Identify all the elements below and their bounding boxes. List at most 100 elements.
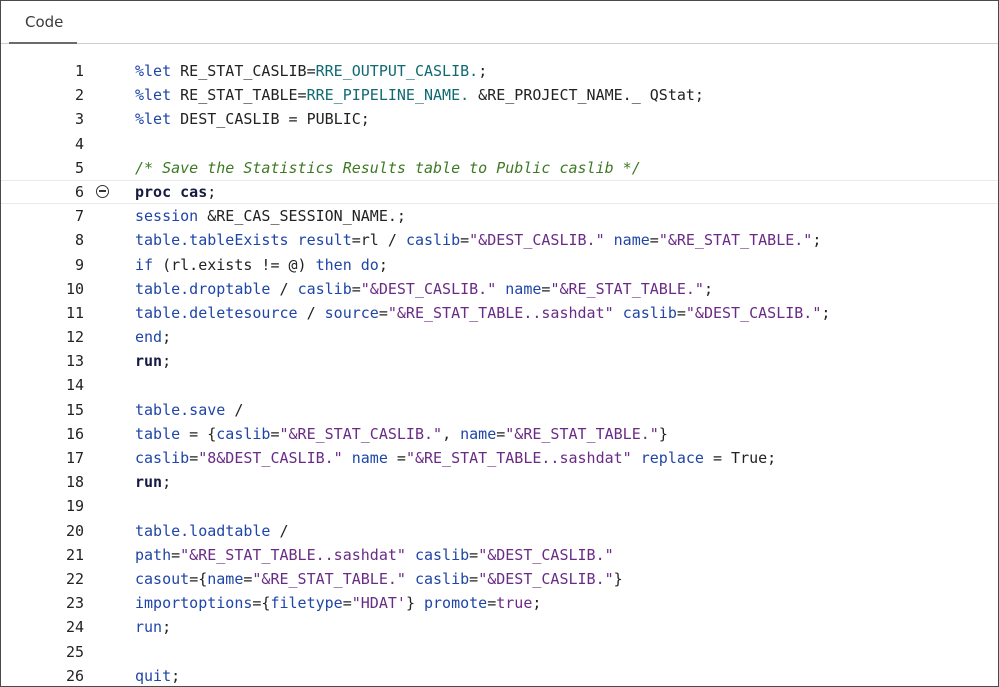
code-token: ; <box>162 618 172 637</box>
line-number: 8 <box>74 231 84 250</box>
code-token: table.save <box>135 400 226 419</box>
code-token: replace <box>640 449 704 467</box>
code-token: /* Save the Statistics Results table to … <box>135 158 641 177</box>
code-token: "&RE_STAT_TABLE." <box>505 424 659 443</box>
code-line[interactable]: 1 %let RE_STAT_CASLIB=RRE_OUTPUT_CASLIB.; <box>1 59 998 83</box>
code-token: = True; <box>703 449 777 467</box>
code-token: name <box>505 279 542 298</box>
line-number: 2 <box>74 86 84 105</box>
code-token: "8&DEST_CASLIB." <box>198 449 343 467</box>
code-token: RE_STAT_CASLIB= <box>171 62 316 80</box>
code-token: true <box>496 594 533 613</box>
code-token: "&RE_STAT_CASLIB." <box>279 424 443 443</box>
code-text: run; <box>135 615 171 639</box>
code-token: run <box>135 473 163 492</box>
code-line[interactable]: 22 casout={name="&RE_STAT_TABLE." caslib=… <box>1 567 998 591</box>
code-token: / <box>297 303 325 322</box>
code-token: filetype <box>270 594 343 613</box>
code-token: } <box>405 594 424 613</box>
code-line[interactable]: 11 table.deletesource / source="&RE_STAT_… <box>1 301 998 325</box>
code-token: caslib <box>622 303 677 322</box>
code-token: "&RE_STAT_TABLE..sashdat" <box>387 303 614 322</box>
code-line[interactable]: 13 run; <box>1 349 998 373</box>
code-token: = <box>387 449 406 467</box>
code-line[interactable]: 10 table.droptable / caslib="&DEST_CASLIB… <box>1 277 998 301</box>
code-token: RRE_OUTPUT_CASLIB. <box>315 62 479 80</box>
line-number: 21 <box>65 545 84 564</box>
code-token: DEST_CASLIB = PUBLIC; <box>171 110 370 129</box>
code-token: result <box>297 231 352 250</box>
code-line[interactable]: 8 table.tableExists result=rl / caslib="&… <box>1 228 998 252</box>
code-token: ; <box>812 231 822 250</box>
code-token: = <box>649 231 659 250</box>
code-line[interactable]: 14 <box>1 373 998 397</box>
line-number: 6 <box>74 182 84 201</box>
code-line[interactable]: 25 <box>1 640 998 664</box>
code-token: &RE_PROJECT_NAME._ QStat; <box>469 86 704 105</box>
code-text: path="&RE_STAT_TABLE..sashdat" caslib="&… <box>135 543 614 567</box>
code-token: = <box>189 449 199 467</box>
code-line[interactable]: 18 run; <box>1 470 998 494</box>
code-token: = <box>676 303 686 322</box>
code-line[interactable]: 19 <box>1 494 998 518</box>
code-line[interactable]: 6 proc cas; <box>1 179 998 205</box>
code-line[interactable]: 4 <box>1 132 998 156</box>
code-line[interactable]: 24 run; <box>1 615 998 639</box>
code-text: importoptions={filetype="HDAT'} promote=… <box>135 591 541 615</box>
code-token: ; <box>207 182 217 201</box>
code-line[interactable]: 17 caslib="8&DEST_CASLIB." name ="&RE_STA… <box>1 446 998 470</box>
code-token: &RE_CAS_SESSION_NAME.; <box>198 207 406 226</box>
code-token: ={ <box>252 594 271 613</box>
code-token: then do <box>315 255 379 274</box>
line-number: 24 <box>65 618 84 637</box>
code-token: = <box>460 231 470 250</box>
code-token: ; <box>171 666 181 685</box>
code-line[interactable]: 26 quit; <box>1 664 998 686</box>
code-text: quit; <box>135 664 181 686</box>
tab-code-label: Code <box>25 13 64 31</box>
code-token: ; <box>162 328 172 347</box>
code-token: "&DEST_CASLIB." <box>469 231 605 250</box>
code-token: = <box>342 594 352 613</box>
line-number: 3 <box>74 110 84 129</box>
code-token: = { <box>180 424 217 443</box>
code-token: %let <box>135 62 172 80</box>
code-token: RE_STAT_TABLE= <box>171 86 307 105</box>
code-line[interactable]: 21 path="&RE_STAT_TABLE..sashdat" caslib=… <box>1 543 998 567</box>
line-number: 20 <box>65 521 84 540</box>
code-line[interactable]: 12 end; <box>1 325 998 349</box>
line-number: 17 <box>65 449 84 467</box>
code-line[interactable]: 3 %let DEST_CASLIB = PUBLIC; <box>1 107 998 131</box>
code-line[interactable]: 5 /* Save the Statistics Results table to… <box>1 156 998 180</box>
code-token: caslib <box>414 569 470 588</box>
code-token: %let <box>135 110 172 129</box>
code-token: path <box>135 545 172 564</box>
code-line[interactable]: 23 importoptions={filetype="HDAT'} promot… <box>1 591 998 615</box>
code-line[interactable]: 9 if (rl.exists != @) then do; <box>1 253 998 277</box>
code-line[interactable]: 20 table.loadtable / <box>1 519 998 543</box>
line-number: 16 <box>65 424 84 443</box>
code-token: "&DEST_CASLIB." <box>478 545 614 564</box>
code-line[interactable]: 15 table.save / <box>1 398 998 422</box>
line-number: 10 <box>65 279 84 298</box>
code-token: quit <box>135 666 172 685</box>
tab-code[interactable]: Code <box>9 1 79 43</box>
line-number: 19 <box>65 497 84 516</box>
line-number: 18 <box>65 473 84 492</box>
code-editor[interactable]: 1 %let RE_STAT_CASLIB=RRE_OUTPUT_CASLIB.;… <box>1 59 998 686</box>
code-token: = <box>487 594 497 613</box>
code-line[interactable]: 16 table = {caslib="&RE_STAT_CASLIB.", na… <box>1 422 998 446</box>
line-number: 11 <box>65 303 84 322</box>
code-token: if <box>135 255 154 274</box>
code-line[interactable]: 7 session &RE_CAS_SESSION_NAME.; <box>1 204 998 228</box>
code-token: / <box>270 279 298 298</box>
line-number: 4 <box>74 134 84 153</box>
code-line[interactable]: 2 %let RE_STAT_TABLE=RRE_PIPELINE_NAME. &… <box>1 83 998 107</box>
fold-collapse-icon[interactable] <box>96 184 109 198</box>
code-text: table.droptable / caslib="&DEST_CASLIB."… <box>135 277 713 301</box>
code-token: caslib <box>216 424 271 443</box>
